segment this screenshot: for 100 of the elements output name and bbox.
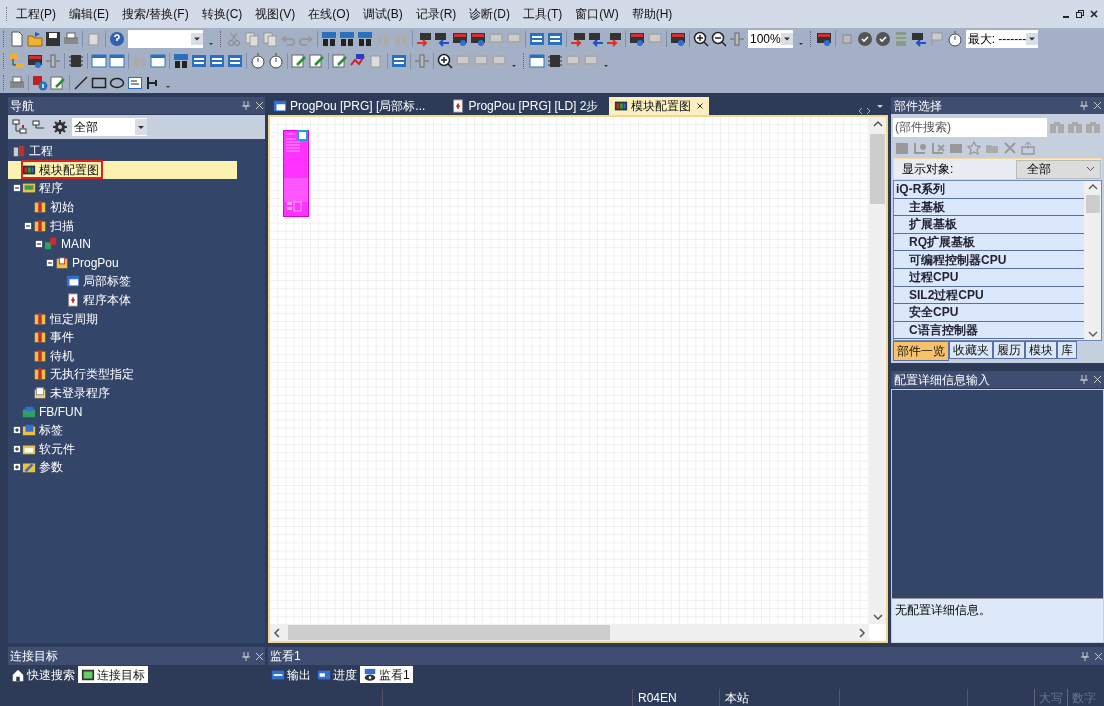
tree-item[interactable]: 恒定周期 <box>33 310 101 328</box>
expand-icon[interactable] <box>12 425 22 436</box>
tree-item[interactable]: 初始 <box>33 198 77 216</box>
save-icon[interactable] <box>45 31 61 47</box>
help-icon[interactable] <box>109 31 125 47</box>
panel-tab[interactable]: 输出 <box>268 666 314 683</box>
tree-item[interactable]: 参数 <box>22 458 66 476</box>
module-icon[interactable] <box>209 53 225 69</box>
module-icon[interactable] <box>547 31 563 47</box>
pin-icon[interactable] <box>1080 375 1088 384</box>
scrollbar-thumb[interactable] <box>870 134 885 204</box>
parts-list-item[interactable]: 主基板 <box>894 198 1084 217</box>
transfer-icon[interactable] <box>570 31 586 47</box>
tree-icon[interactable] <box>9 53 25 69</box>
tree-item[interactable]: 无执行类型指定 <box>33 365 137 383</box>
monitor-icon[interactable] <box>815 31 832 47</box>
tree-item[interactable]: 标签 <box>22 421 66 439</box>
star-icon[interactable] <box>967 141 981 155</box>
check-icon[interactable] <box>874 31 891 47</box>
tree-item[interactable]: 程序本体 <box>66 291 134 309</box>
menu-item[interactable]: 工程(P) <box>16 5 56 23</box>
expand-icon[interactable] <box>12 443 22 454</box>
window-icon[interactable] <box>91 53 107 69</box>
category-item[interactable]: iQ-R系列 <box>894 181 1084 199</box>
zoom-in-icon[interactable] <box>693 31 709 47</box>
tree-item[interactable]: 扫描 <box>33 217 77 235</box>
collapse-icon[interactable] <box>45 257 55 268</box>
overflow-icon[interactable] <box>510 62 518 70</box>
edit-icon[interactable] <box>291 53 307 69</box>
transfer-icon[interactable] <box>434 31 450 47</box>
pin-icon[interactable] <box>242 101 250 110</box>
tree-item[interactable]: 程序 <box>22 180 66 197</box>
collapse-icon[interactable] <box>12 183 22 194</box>
collapse-icon[interactable] <box>34 239 44 250</box>
panel-tab[interactable]: 监看1 <box>360 666 413 683</box>
menu-item[interactable]: 工具(T) <box>523 5 563 23</box>
dropdown-arrow-icon[interactable] <box>875 103 885 111</box>
monitor-icon[interactable] <box>470 31 486 47</box>
pin-icon[interactable] <box>242 651 250 661</box>
panel-tab[interactable]: 库 <box>1057 341 1077 359</box>
tab-scroll-icon[interactable] <box>858 107 872 115</box>
panel-tab[interactable]: 连接目标 <box>78 666 148 683</box>
window-icon[interactable] <box>150 53 166 69</box>
edit-icon[interactable] <box>309 53 325 69</box>
menu-item[interactable]: 视图(V) <box>255 5 296 23</box>
overflow-icon[interactable] <box>602 62 610 70</box>
new-file-icon[interactable] <box>9 31 25 47</box>
menu-item[interactable]: 帮助(H) <box>631 5 673 23</box>
scrollbar-thumb[interactable] <box>1085 195 1100 213</box>
transfer-icon[interactable] <box>416 31 432 47</box>
chip-icon[interactable] <box>68 53 84 69</box>
panel-tab[interactable]: 模块 <box>1025 341 1057 359</box>
zoom-in-icon[interactable] <box>437 53 453 69</box>
check-icon[interactable] <box>856 31 873 47</box>
toolbar-dropdown[interactable]: 100% <box>748 30 793 48</box>
menu-item[interactable]: 在线(O) <box>308 5 350 23</box>
collapse-icon[interactable] <box>23 220 33 231</box>
panel-tab[interactable]: 快速搜索 <box>8 666 78 683</box>
parts-list-item[interactable]: C语言控制器 <box>894 321 1084 340</box>
close-icon[interactable] <box>1090 10 1098 18</box>
menu-item[interactable]: 窗口(W) <box>575 5 619 23</box>
tree-expand-icon[interactable] <box>12 119 28 135</box>
window-icon[interactable] <box>109 53 125 69</box>
parts-list-item[interactable]: RQ扩展基板 <box>894 233 1084 252</box>
monitor-icon[interactable] <box>670 31 686 47</box>
chip-icon[interactable] <box>547 53 563 69</box>
tree-item[interactable]: 事件 <box>33 328 77 346</box>
panel-tab[interactable]: 进度 <box>314 666 360 683</box>
tree-item[interactable]: FB/FUN <box>22 403 86 421</box>
monitor-icon[interactable] <box>629 31 645 47</box>
tree-item[interactable]: 待机 <box>33 347 77 365</box>
printer-icon[interactable] <box>9 74 25 91</box>
transfer-icon[interactable] <box>910 31 927 47</box>
menu-item[interactable]: 记录(R) <box>415 5 457 23</box>
settings-icon[interactable] <box>52 119 68 135</box>
menu-item[interactable]: 搜索/替换(F) <box>122 5 189 23</box>
parts-list-item[interactable]: 可编程控制器CPU <box>894 251 1084 269</box>
module-icon[interactable] <box>191 53 207 69</box>
window-icon[interactable] <box>529 53 545 69</box>
editor-tab[interactable]: ProgPou [PRG] [LD] 2步 <box>446 97 604 115</box>
zoom-out-icon[interactable] <box>711 31 727 47</box>
pin-icon[interactable] <box>1080 101 1088 110</box>
menu-item[interactable]: 诊断(D) <box>469 5 510 23</box>
edit-icon[interactable] <box>332 53 348 69</box>
panel-tab[interactable]: 收藏夹 <box>949 341 993 359</box>
tree-item[interactable]: ProgPou <box>55 254 122 272</box>
monitor-icon[interactable] <box>27 53 43 69</box>
tree-item[interactable]: 局部标签 <box>66 272 134 290</box>
stopwatch-icon[interactable] <box>250 53 266 69</box>
parts-search-field[interactable]: (部件搜索) <box>893 117 1047 137</box>
horizontal-scrollbar[interactable] <box>270 624 869 641</box>
display-dropdown[interactable]: 全部 <box>1016 159 1101 179</box>
expand-icon[interactable] <box>12 462 22 473</box>
note-icon[interactable] <box>127 74 143 91</box>
parts-list-item[interactable]: 安全CPU <box>894 304 1084 322</box>
toolbar-dropdown[interactable]: 最大: ------- <box>965 30 1039 48</box>
transfer-icon[interactable] <box>606 31 622 47</box>
editor-tab[interactable]: 模块配置图 <box>609 97 710 115</box>
stopwatch-icon[interactable] <box>268 53 284 69</box>
transfer-icon[interactable] <box>588 31 604 47</box>
